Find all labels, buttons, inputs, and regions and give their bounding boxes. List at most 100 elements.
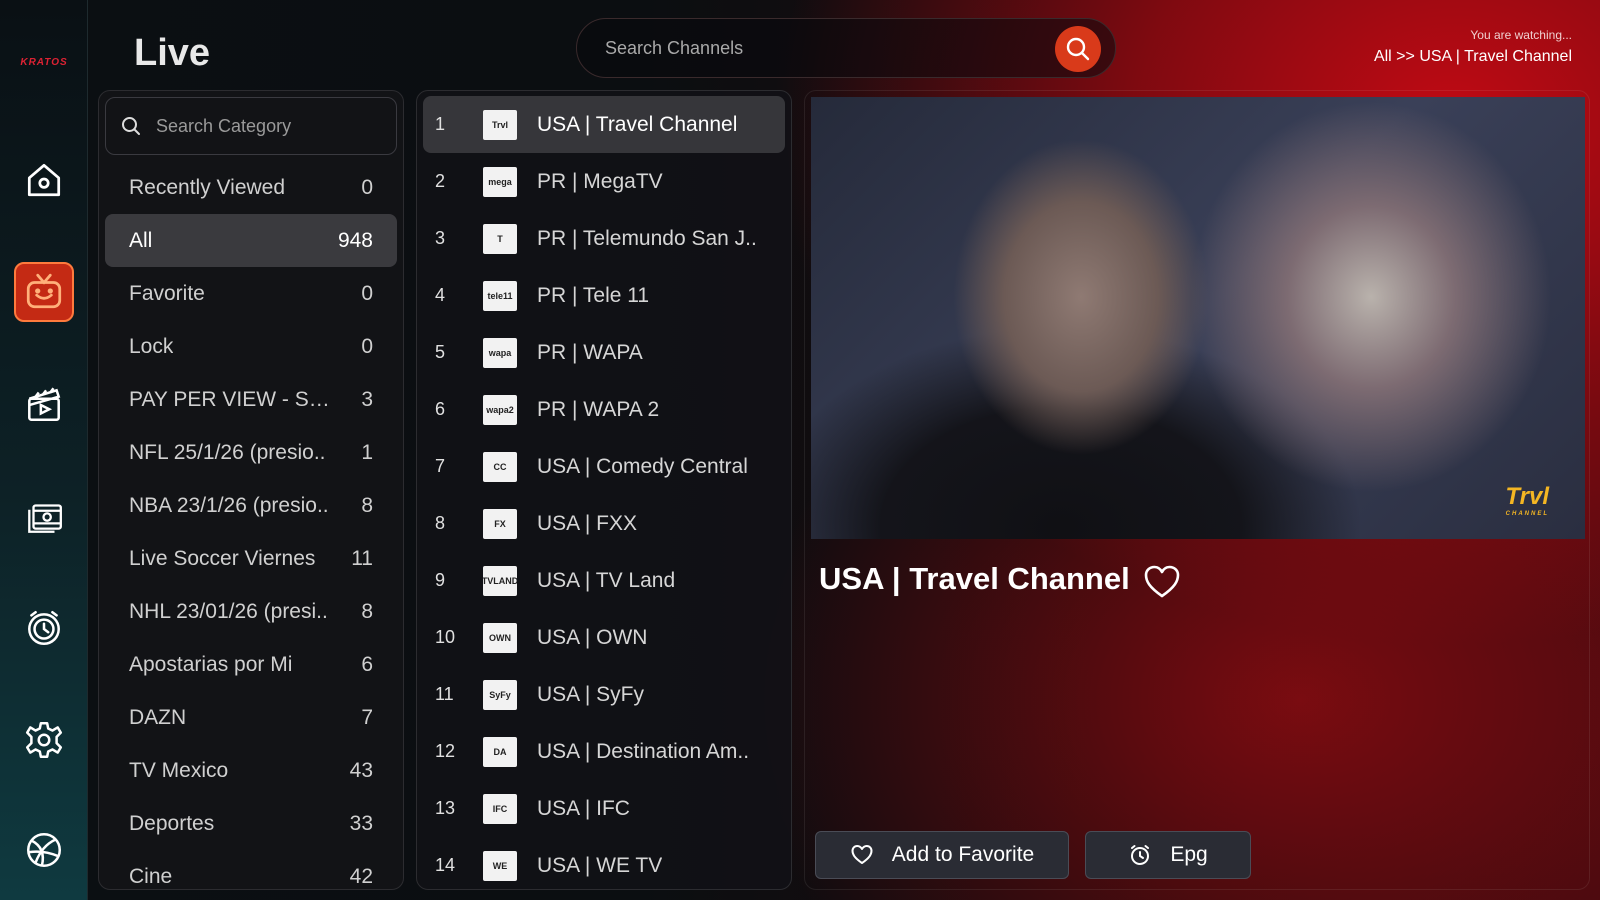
- channel-name: USA | WE TV: [537, 853, 663, 877]
- gear-icon: [25, 721, 63, 759]
- channel-logo: wapa: [483, 337, 517, 368]
- now-playing-title: USA | Travel Channel: [819, 561, 1130, 596]
- channel-search-button[interactable]: [1055, 26, 1101, 72]
- alarm-clock-icon: [1131, 845, 1150, 865]
- side-navigation-rail: KRATOS: [0, 0, 88, 900]
- channel-number: 9: [435, 570, 446, 590]
- channel-number: 5: [435, 342, 446, 362]
- epg-label: Epg: [1170, 843, 1208, 866]
- heart-icon[interactable]: [1141, 561, 1183, 603]
- category-label: Lock: [129, 334, 174, 358]
- channel-name: USA | OWN: [537, 625, 648, 649]
- channel-row[interactable]: 12 DA USA | Destination Am..: [423, 723, 785, 780]
- app-logo: KRATOS: [20, 56, 68, 68]
- channel-logo: tele11: [483, 280, 517, 311]
- category-item[interactable]: Cine 42: [105, 850, 397, 889]
- add-to-favorite-label: Add to Favorite: [891, 843, 1035, 866]
- channel-number: 3: [435, 228, 446, 248]
- category-count: 0: [361, 334, 373, 358]
- category-label: NFL 25/1/26 (presio..: [129, 440, 326, 464]
- channel-logo: SyFy: [483, 679, 517, 710]
- category-item[interactable]: NFL 25/1/26 (presio.. 1: [105, 426, 397, 479]
- channel-row[interactable]: 5 wapa PR | WAPA: [423, 324, 785, 381]
- category-item[interactable]: Apostarias por Mi 6: [105, 638, 397, 691]
- watermark-text: Trvl: [1505, 483, 1549, 510]
- category-label: Favorite: [129, 281, 205, 305]
- category-search-input[interactable]: [156, 115, 376, 137]
- clapperboard-icon: [28, 387, 61, 422]
- nav-home-button[interactable]: [14, 150, 74, 210]
- channel-list: 1 Trvl USA | Travel Channel 2 mega PR | MegaT…: [417, 96, 791, 889]
- channel-row[interactable]: 8 FX USA | FXX: [423, 495, 785, 552]
- channel-name: USA | SyFy: [537, 682, 644, 706]
- nav-sports-button[interactable]: [14, 820, 74, 880]
- channel-row[interactable]: 10 OWN USA | OWN: [423, 609, 785, 666]
- nav-movies-button[interactable]: [14, 374, 74, 434]
- category-item[interactable]: PAY PER VIEW - SUN.. 3: [105, 373, 397, 426]
- category-item[interactable]: TV Mexico 43: [105, 744, 397, 797]
- channel-number: 14: [435, 855, 456, 875]
- nav-catchup-button[interactable]: [14, 598, 74, 658]
- home-icon: [27, 163, 61, 197]
- channel-row[interactable]: 4 tele11 PR | Tele 11: [423, 267, 785, 324]
- channel-name: USA | TV Land: [537, 568, 676, 592]
- channel-row[interactable]: 11 SyFy USA | SyFy: [423, 666, 785, 723]
- nav-live-tv-button[interactable]: [14, 262, 74, 322]
- search-icon: [122, 117, 140, 135]
- category-count: 0: [361, 175, 373, 199]
- channel-name: USA | Travel Channel: [537, 112, 738, 136]
- heart-icon: [851, 845, 873, 864]
- channel-name: USA | IFC: [537, 796, 630, 820]
- channel-row[interactable]: 14 WE USA | WE TV: [423, 837, 785, 889]
- channel-number: 8: [435, 513, 446, 533]
- category-label: Live Soccer Viernes: [129, 546, 316, 570]
- watermark-subtext: CHANNEL: [1505, 511, 1549, 517]
- channel-logo: DA: [483, 736, 517, 767]
- category-item[interactable]: Deportes 33: [105, 797, 397, 850]
- channel-logo: FX: [483, 508, 517, 539]
- channel-row[interactable]: 6 wapa2 PR | WAPA 2: [423, 381, 785, 438]
- category-item[interactable]: NBA 23/1/26 (presio.. 8: [105, 479, 397, 532]
- channel-number: 1: [435, 114, 446, 134]
- channel-number: 10: [435, 627, 456, 647]
- channel-row[interactable]: 13 IFC USA | IFC: [423, 780, 785, 837]
- epg-button[interactable]: Epg: [1085, 831, 1251, 879]
- category-label: All: [129, 228, 153, 252]
- category-list: Recently Viewed 0 All 948 Favorite 0 Lock 0 PAY …: [99, 161, 403, 889]
- channel-row[interactable]: 2 mega PR | MegaTV: [423, 153, 785, 210]
- category-label: Deportes: [129, 811, 215, 835]
- channel-row[interactable]: 1 Trvl USA | Travel Channel: [423, 96, 785, 153]
- category-search-bar[interactable]: [105, 97, 397, 155]
- category-count: 948: [337, 228, 373, 252]
- category-label: NBA 23/1/26 (presio..: [129, 493, 329, 517]
- channel-search-bar[interactable]: [576, 18, 1116, 78]
- category-item[interactable]: DAZN 7: [105, 691, 397, 744]
- category-item[interactable]: Recently Viewed 0: [105, 161, 397, 214]
- nav-settings-button[interactable]: [14, 710, 74, 770]
- category-label: DAZN: [129, 705, 187, 729]
- channel-number: 11: [435, 684, 454, 704]
- category-item[interactable]: Lock 0: [105, 320, 397, 373]
- category-item[interactable]: All 948: [105, 214, 397, 267]
- category-item[interactable]: NHL 23/01/26 (presi.. 8: [105, 585, 397, 638]
- category-label: Apostarias por Mi: [129, 652, 293, 676]
- add-to-favorite-button[interactable]: Add to Favorite: [815, 831, 1069, 879]
- category-count: 7: [361, 705, 373, 729]
- channel-name: PR | Tele 11: [537, 283, 650, 307]
- video-player[interactable]: Trvl CHANNEL: [811, 97, 1585, 539]
- category-item[interactable]: Favorite 0: [105, 267, 397, 320]
- category-count: 6: [361, 652, 373, 676]
- category-panel: Recently Viewed 0 All 948 Favorite 0 Lock 0 PAY …: [98, 90, 404, 890]
- channel-row[interactable]: 9 TVLAND USA | TV Land: [423, 552, 785, 609]
- channel-row[interactable]: 3 T PR | Telemundo San J..: [423, 210, 785, 267]
- nav-series-button[interactable]: [14, 486, 74, 546]
- channel-name: USA | FXX: [537, 511, 637, 535]
- channel-search-input[interactable]: [605, 37, 1025, 59]
- category-item[interactable]: Live Soccer Viernes 11: [105, 532, 397, 585]
- search-icon: [1066, 37, 1090, 61]
- category-count: 8: [361, 493, 373, 517]
- channel-row[interactable]: 7 CC USA | Comedy Central: [423, 438, 785, 495]
- channel-name: USA | Destination Am..: [537, 739, 750, 763]
- channel-logo: WE: [483, 850, 517, 881]
- category-count: 0: [361, 281, 373, 305]
